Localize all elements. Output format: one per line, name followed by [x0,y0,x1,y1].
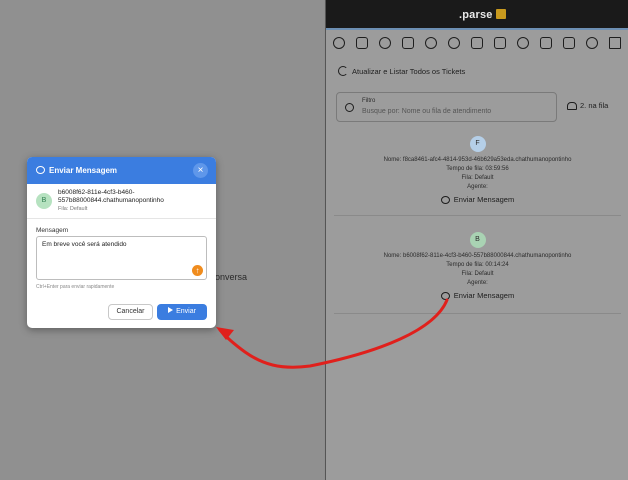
ticket-queue: Fila: Default [461,271,494,277]
queue-label: 2. na fila [580,101,609,110]
send-message-button[interactable]: Enviar Mensagem [336,291,619,300]
send-message-label: Enviar Mensagem [453,195,515,204]
chat-icon[interactable] [333,37,345,49]
contact-name: b6008f62-811e-4cf3-b460-557b88000844.cha… [58,189,164,204]
send-icon [168,307,174,313]
ticket-agent: Agente: [467,280,488,286]
refresh-tickets-button[interactable]: Atualizar e Listar Todos os Tickets [338,66,465,76]
modal-header: Enviar Mensagem × [27,157,216,184]
megaphone-icon[interactable] [494,37,506,49]
tickets-panel: .parse Atualizar e Listar Todos os Ticke… [325,0,628,480]
transfer-icon[interactable] [609,37,621,49]
ticket-icon[interactable] [563,37,575,49]
contact-queue: Fila: Default [58,206,88,212]
ticket-wait-time: Tempo de fila: 00:14:24 [446,262,509,268]
modal-title: Enviar Mensagem [49,166,118,175]
chart-icon[interactable] [379,37,391,49]
report-icon[interactable] [540,37,552,49]
refresh-label: Atualizar e Listar Todos os Tickets [352,66,466,76]
background-text: onversa [215,272,248,282]
chat-bubble-icon [440,291,450,300]
contacts-icon[interactable] [402,37,414,49]
ticket-name: Nome: f8ca8461-afc4-4814-953d-46b629a53e… [383,157,572,163]
send-button[interactable]: Enviar [157,304,207,320]
ticket-agent: Agente: [467,184,488,190]
ticket-wait-time: Tempo de fila: 03:59:56 [446,166,509,172]
shortcut-hint: Ctrl+Enter para enviar rapidamente [36,284,115,290]
message-label: Mensagem [36,227,69,234]
users-icon [567,101,577,110]
queue-count: 2. na fila [567,101,608,110]
ticket-name: Nome: b6008f62-811e-4cf3-b460-557b880008… [383,253,572,259]
divider [334,215,621,216]
filter-input[interactable]: Filtro Busque por: Nome ou fila de atend… [336,92,557,122]
file-icon[interactable] [471,37,483,49]
logo-mark-icon [495,9,506,19]
cancel-button[interactable]: Cancelar [108,304,153,320]
ticket-queue: Fila: Default [461,175,494,181]
toolbar [326,31,628,57]
chat-bubble-icon [36,166,45,174]
refresh-icon [338,66,348,76]
app-header: .parse [326,0,628,30]
ticket-item: F Nome: f8ca8461-afc4-4814-953d-46b629a5… [336,136,619,204]
ticket-item: B Nome: b6008f62-811e-4cf3-b460-557b8800… [336,232,619,300]
avatar: F [469,136,486,152]
tag-icon[interactable] [425,37,437,49]
chat-bubble-icon [440,195,450,204]
bulb-icon[interactable] [586,37,598,49]
app-logo: .parse [459,9,506,21]
avatar: B [36,193,52,209]
sparkle-icon[interactable] [517,37,529,49]
send-message-button[interactable]: Enviar Mensagem [336,195,619,204]
calendar-icon[interactable] [356,37,368,49]
users-icon[interactable] [448,37,460,49]
filter-placeholder: Busque por: Nome ou fila de atendimento [362,108,492,115]
modal-contact: B b6008f62-811e-4cf3-b460-557b88000844.c… [27,184,216,219]
avatar: B [469,232,486,248]
close-button[interactable]: × [193,163,208,178]
message-input[interactable]: Em breve você será atendido [36,236,207,280]
upload-icon[interactable]: ↑ [192,265,203,276]
send-message-label: Enviar Mensagem [453,291,515,300]
filter-label: Filtro [362,98,376,104]
send-message-modal: Enviar Mensagem × B b6008f62-811e-4cf3-b… [27,157,216,328]
send-button-label: Enviar [176,308,196,315]
search-icon [345,103,354,112]
divider [334,313,621,314]
